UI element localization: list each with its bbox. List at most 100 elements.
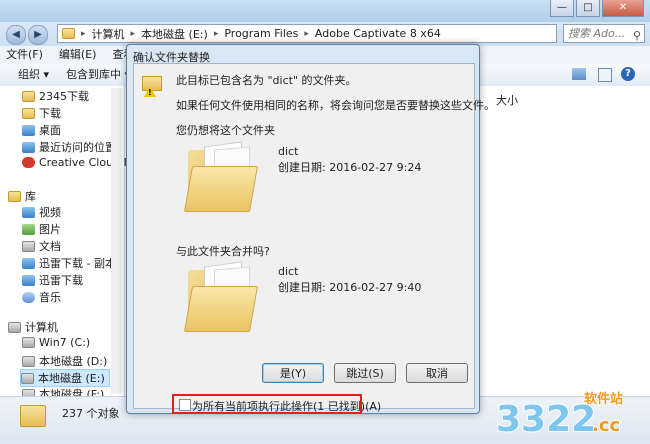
message-line-1: 此目标已包含名为 "dict" 的文件夹。 [176,74,357,87]
apply-to-all-checkbox[interactable] [179,399,191,411]
sidebar-item-video[interactable]: 视频 [22,204,61,220]
source-folder-date: 创建日期: 2016-02-27 9:24 [278,161,422,174]
arrow-left-icon: ◀ [12,29,20,40]
sidebar-item-label: 最近访问的位置 [39,141,116,154]
sidebar-item-label: 迅雷下载 - 副本 [39,257,116,270]
chevron-right-icon: ▸ [304,28,309,39]
minimize-button[interactable]: — [550,0,574,17]
drive-icon [22,355,35,367]
folder-icon [20,405,46,427]
sidebar-item-label: 本地磁盘 (E:) [38,372,105,385]
window-titlebar: — □ ✕ [0,0,650,22]
preview-pane-icon[interactable] [598,68,612,82]
view-options-icon[interactable] [572,68,586,80]
search-placeholder: 搜索 Ado... [568,27,626,40]
arrow-right-icon: ▶ [34,29,42,40]
sidebar-item-label: 图片 [39,223,61,236]
search-icon: ⚲ [632,29,641,42]
address-bar[interactable]: ▸ 计算机 ▸ 本地磁盘 (E:) ▸ Program Files ▸ Adob… [57,24,557,43]
creative-cloud-icon [22,157,35,168]
sidebar-item-drive-e[interactable]: 本地磁盘 (E:) [20,369,110,387]
sidebar-item-label: 文档 [39,240,61,253]
organize-button[interactable]: 组织 ▾ [18,67,49,83]
picture-icon [22,223,35,235]
menu-file[interactable]: 文件(F) [6,46,43,64]
sidebar-item-label: 计算机 [25,321,58,334]
watermark-logo: 3322 .cc 软件站 [492,387,642,441]
chevron-right-icon: ▸ [130,28,136,39]
recent-icon [22,141,35,153]
svg-text:.cc: .cc [592,415,620,436]
help-icon[interactable]: ? [621,67,635,81]
back-button[interactable]: ◀ [6,25,26,45]
menu-edit[interactable]: 编辑(E) [59,46,97,64]
folder-icon [62,28,75,39]
sidebar-item-music[interactable]: 音乐 [22,289,61,305]
target-folder-icon[interactable] [183,261,259,332]
sidebar-item-label: 音乐 [39,291,61,304]
sidebar-item-documents[interactable]: 文档 [22,238,61,254]
apply-to-all-highlight: 为所有当前项执行此操作(1 已找到)(A) [172,394,381,414]
close-button[interactable]: ✕ [602,0,644,17]
sidebar-item-label: 视频 [39,206,61,219]
sidebar-item-drive-c[interactable]: Win7 (C:) [22,336,90,349]
sidebar-item-thunder[interactable]: 迅雷下载 [22,272,83,288]
sidebar-item-label: 本地磁盘 (D:) [39,355,108,368]
music-icon [22,291,35,303]
document-icon [22,240,35,252]
folder-icon [22,90,35,102]
sidebar-item-drive-d[interactable]: 本地磁盘 (D:) [22,353,107,369]
cancel-button[interactable]: 取消 [406,363,468,383]
svg-text:3322: 3322 [496,399,596,439]
drive-icon [22,337,35,348]
forward-button[interactable]: ▶ [28,25,48,45]
svg-text:软件站: 软件站 [584,391,623,407]
sidebar-item-label: Win7 (C:) [39,336,91,349]
dialog-body: ! 此目标已包含名为 "dict" 的文件夹。 如果任何文件使用相同的名称，将会… [133,63,495,414]
sidebar-item-label: 迅雷下载 [39,274,83,287]
question-keep: 您仍想将这个文件夹 [176,124,275,137]
desktop-icon [22,124,35,136]
sidebar-item-recent[interactable]: 最近访问的位置 [22,139,116,155]
sidebar-library-header[interactable]: 库 [8,188,36,204]
chevron-right-icon: ▸ [81,28,86,39]
target-folder-date: 创建日期: 2016-02-27 9:40 [278,281,422,294]
search-input[interactable]: 搜索 Ado... ⚲ [563,24,645,43]
target-folder-name: dict [278,265,299,278]
chevron-right-icon: ▸ [213,28,219,39]
sidebar-item-2345[interactable]: 2345下载 [22,88,89,104]
question-merge: 与此文件夹合并吗? [176,245,270,258]
source-folder-icon[interactable] [183,141,259,212]
apply-to-all-label[interactable]: 为所有当前项执行此操作(1 已找到)(A) [192,398,381,414]
breadcrumb-program-files[interactable]: Program Files [224,27,298,40]
message-line-2: 如果任何文件使用相同的名称，将会询问您是否要替换这些文件。 [176,99,495,112]
sidebar-item-desktop[interactable]: 桌面 [22,122,61,138]
confirm-folder-replace-dialog: 确认文件夹替换 ! 此目标已包含名为 "dict" 的文件夹。 如果任何文件使用… [126,44,495,414]
sidebar-scrollbar[interactable] [111,88,122,394]
drive-icon [21,372,34,384]
download-icon [22,257,35,269]
status-count: 237 个对象 [62,407,120,420]
breadcrumb-drive-e[interactable]: 本地磁盘 (E:) [141,26,208,42]
sidebar-item-downloads[interactable]: 下载 [22,105,61,121]
yes-button[interactable]: 是(Y) [262,363,324,383]
include-library-button[interactable]: 包含到库中 ▾ [66,67,130,83]
library-icon [8,190,21,202]
column-size-header[interactable]: 大小 [496,92,518,108]
sidebar-item-label: 桌面 [39,124,61,137]
sidebar-item-pictures[interactable]: 图片 [22,221,61,237]
download-icon [22,274,35,286]
sidebar-computer-header[interactable]: 计算机 [8,319,58,335]
file-list: 大小 [478,86,650,396]
breadcrumb-computer[interactable]: 计算机 [92,26,125,42]
sidebar-item-label: 2345下载 [39,90,89,103]
maximize-button[interactable]: □ [576,0,600,17]
computer-icon [8,321,21,333]
skip-button[interactable]: 跳过(S) [334,363,396,383]
window-controls: — □ ✕ [550,0,644,17]
source-folder-name: dict [278,145,299,158]
sidebar-item-label: 下载 [39,107,61,120]
sidebar-item-thunder-copy[interactable]: 迅雷下载 - 副本 [22,255,116,271]
breadcrumb-captivate[interactable]: Adobe Captivate 8 x64 [315,27,441,40]
warning-folder-icon: ! [142,74,164,97]
